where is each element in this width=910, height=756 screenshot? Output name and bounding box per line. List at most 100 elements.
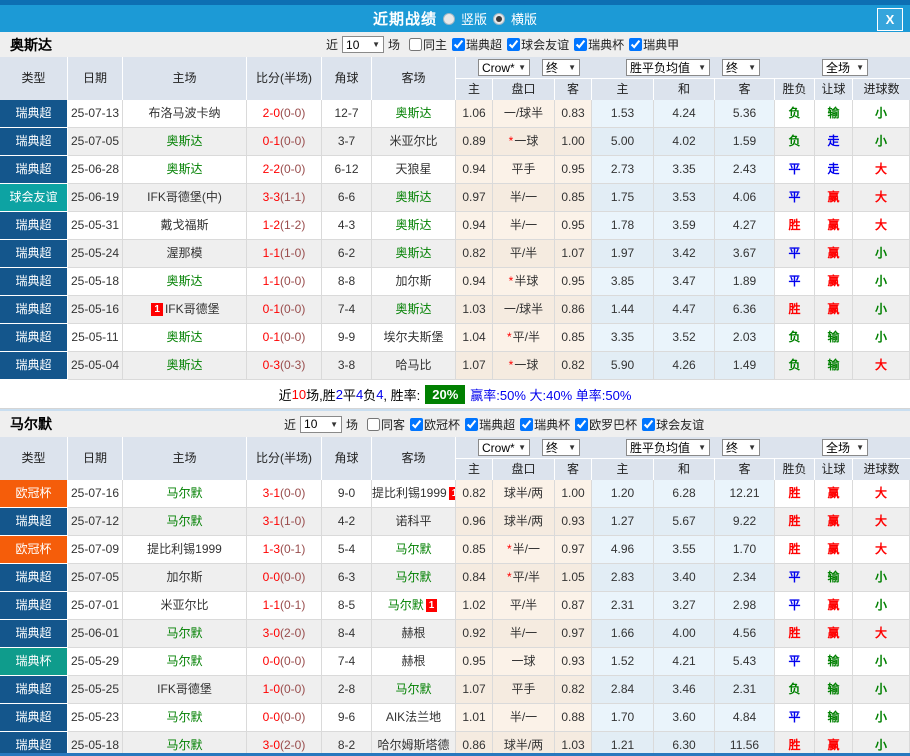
- away-team-name[interactable]: 天狼星: [395, 162, 431, 176]
- home-team-name[interactable]: 戴戈福斯: [160, 218, 208, 232]
- result-goals: 小: [853, 324, 910, 352]
- league-filter-1-input[interactable]: [507, 38, 520, 51]
- header-dropdown-3[interactable]: 终▼: [722, 439, 760, 456]
- away-team-name[interactable]: 马尔默: [395, 542, 431, 556]
- away-team-name[interactable]: 马尔默: [395, 570, 431, 584]
- league-filter-3[interactable]: 欧罗巴杯: [575, 416, 637, 433]
- league-filter-1[interactable]: 球会友谊: [507, 36, 569, 53]
- away-team-name[interactable]: 哈马比: [395, 358, 431, 372]
- league-filter-1-input[interactable]: [465, 418, 478, 431]
- home-team-name[interactable]: 提比利锡1999: [147, 542, 222, 556]
- away-team-name[interactable]: 米亚尔比: [389, 134, 437, 148]
- away-team-name[interactable]: 奥斯达: [395, 246, 431, 260]
- away-team-name[interactable]: 加尔斯: [395, 274, 431, 288]
- home-team-name[interactable]: IFK哥德堡: [157, 682, 212, 696]
- radio-horizontal-layout[interactable]: [493, 13, 505, 25]
- avg-home-odds: 4.96: [592, 536, 654, 564]
- away-odds: 0.95: [555, 212, 592, 240]
- section-filterbar: 奥斯达近10▼场同主瑞典超球会友谊瑞典杯瑞典甲: [0, 32, 910, 57]
- league-filter-0[interactable]: 瑞典超: [452, 36, 502, 53]
- away-team-name[interactable]: 马尔默: [395, 682, 431, 696]
- away-team-name[interactable]: AIK法兰地: [386, 710, 441, 724]
- result-goals: 小: [853, 100, 910, 128]
- away-team-name[interactable]: 诺科平: [395, 514, 431, 528]
- header-dropdown-0[interactable]: Crow*▼: [478, 439, 530, 456]
- home-team-name[interactable]: IFK哥德堡(中): [147, 190, 222, 204]
- same-venue-checkbox-input[interactable]: [409, 38, 422, 51]
- away-team-name[interactable]: 奥斯达: [395, 302, 431, 316]
- league-filter-1[interactable]: 瑞典超: [465, 416, 515, 433]
- radio-vertical-layout[interactable]: [443, 13, 455, 25]
- home-team-name[interactable]: 奥斯达: [166, 162, 202, 176]
- away-team-name[interactable]: 奥斯达: [395, 218, 431, 232]
- league-filter-2-input[interactable]: [574, 38, 587, 51]
- header-dropdown-1[interactable]: 终▼: [542, 439, 580, 456]
- league-filter-0-input[interactable]: [452, 38, 465, 51]
- home-team-name[interactable]: 马尔默: [166, 626, 202, 640]
- home-team-name[interactable]: 马尔默: [166, 710, 202, 724]
- league-filter-0-input[interactable]: [410, 418, 423, 431]
- league-filter-3[interactable]: 瑞典甲: [629, 36, 679, 53]
- same-venue-checkbox-input[interactable]: [367, 418, 380, 431]
- league-filter-2-input[interactable]: [520, 418, 533, 431]
- result-handicap: 输: [815, 704, 853, 732]
- header-dropdown-4[interactable]: 全场▼: [822, 59, 868, 76]
- match-row: 球会友谊25-06-19IFK哥德堡(中)3-3(1-1)6-6奥斯达0.97半…: [0, 184, 910, 212]
- radio-vertical-label[interactable]: 竖版: [461, 9, 487, 28]
- home-team: 奥斯达: [123, 324, 247, 352]
- match-count-select[interactable]: 10▼: [342, 36, 384, 53]
- corner-count: 8-8: [322, 268, 372, 296]
- handicap-label: 平/半: [510, 246, 537, 260]
- radio-horizontal-label[interactable]: 横版: [511, 9, 537, 28]
- home-team-name[interactable]: 马尔默: [166, 738, 202, 752]
- away-team-name[interactable]: 埃尔夫斯堡: [383, 330, 443, 344]
- col-header-5: 客场: [372, 57, 456, 100]
- away-team-name[interactable]: 赫根: [401, 654, 425, 668]
- league-type: 球会友谊: [0, 184, 68, 212]
- league-filter-3-input[interactable]: [629, 38, 642, 51]
- league-filter-3-input[interactable]: [575, 418, 588, 431]
- away-team-name[interactable]: 马尔默: [388, 598, 424, 612]
- away-team-name[interactable]: 哈尔姆斯塔德: [377, 738, 449, 752]
- home-team-name[interactable]: 布洛马波卡纳: [148, 106, 220, 120]
- match-count-select[interactable]: 10▼: [300, 416, 342, 433]
- header-dropdown-4[interactable]: 全场▼: [822, 439, 868, 456]
- fulltime-score: 1-1: [263, 598, 280, 612]
- header-dropdown-1[interactable]: 终▼: [542, 59, 580, 76]
- away-odds: 1.00: [555, 480, 592, 508]
- result-outcome: 平: [775, 704, 815, 732]
- league-filter-0[interactable]: 欧冠杯: [410, 416, 460, 433]
- home-team-name[interactable]: 奥斯达: [166, 134, 202, 148]
- header-dropdown-2[interactable]: 胜平负均值▼: [626, 59, 710, 76]
- same-venue-checkbox[interactable]: 同主: [409, 36, 447, 53]
- home-team-name[interactable]: 米亚尔比: [160, 598, 208, 612]
- away-team-name[interactable]: 提比利锡1999: [372, 486, 447, 500]
- handicap: 平/半: [493, 240, 555, 268]
- red-number-badge: 1: [449, 487, 456, 500]
- home-team-name[interactable]: 马尔默: [166, 654, 202, 668]
- home-team-name[interactable]: 加尔斯: [166, 570, 202, 584]
- away-team-name[interactable]: 奥斯达: [395, 106, 431, 120]
- league-filter-2[interactable]: 瑞典杯: [520, 416, 570, 433]
- away-team-name[interactable]: 赫根: [401, 626, 425, 640]
- close-button[interactable]: X: [877, 8, 903, 31]
- league-filter-4[interactable]: 球会友谊: [642, 416, 704, 433]
- score: 0-3(0-3): [247, 352, 322, 380]
- home-team-name[interactable]: 奥斯达: [166, 358, 202, 372]
- home-team-name[interactable]: 马尔默: [166, 486, 202, 500]
- home-team-name[interactable]: 奥斯达: [166, 330, 202, 344]
- header-dropdown-2[interactable]: 胜平负均值▼: [626, 439, 710, 456]
- same-venue-checkbox[interactable]: 同客: [367, 416, 405, 433]
- avg-draw-odds: 4.21: [654, 648, 715, 676]
- handicap-label: 一/球半: [504, 302, 543, 316]
- home-team-name[interactable]: IFK哥德堡: [165, 302, 220, 316]
- league-filter-4-input[interactable]: [642, 418, 655, 431]
- away-team: AIK法兰地: [372, 704, 456, 732]
- home-team-name[interactable]: 渥那模: [166, 246, 202, 260]
- header-dropdown-3[interactable]: 终▼: [722, 59, 760, 76]
- header-dropdown-0[interactable]: Crow*▼: [478, 59, 530, 76]
- home-team-name[interactable]: 奥斯达: [166, 274, 202, 288]
- away-team-name[interactable]: 奥斯达: [395, 190, 431, 204]
- league-filter-2[interactable]: 瑞典杯: [574, 36, 624, 53]
- home-team-name[interactable]: 马尔默: [166, 514, 202, 528]
